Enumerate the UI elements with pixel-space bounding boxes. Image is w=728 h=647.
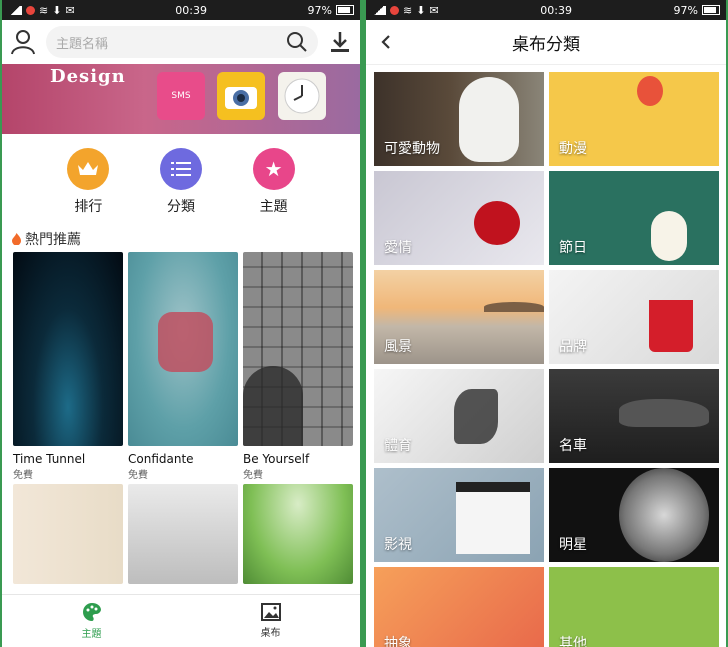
category-tile-holidays[interactable]: 節日 xyxy=(549,171,719,265)
theme-name: Confidante xyxy=(128,452,194,466)
app-notification-icon xyxy=(26,5,35,15)
category-label: 品牌 xyxy=(559,339,587,355)
battery-icon xyxy=(336,5,354,15)
category-label: 體育 xyxy=(384,438,412,454)
download-notification-icon: ⬇ xyxy=(52,3,62,17)
bottom-navigation: 主題 桌布 xyxy=(2,594,360,647)
category-label: 名車 xyxy=(559,438,587,454)
category-tile-cute-animals[interactable]: 可愛動物 xyxy=(374,72,544,166)
category-tile-other[interactable]: 其他 xyxy=(549,567,719,647)
category-tile-anime[interactable]: 動漫 xyxy=(549,72,719,166)
themes-button[interactable]: ★ 主題 xyxy=(252,148,295,226)
mail-icon: ✉ xyxy=(429,3,439,17)
user-icon[interactable] xyxy=(10,29,36,55)
download-notification-icon: ⬇ xyxy=(416,3,426,17)
signal-icon xyxy=(8,5,22,15)
hot-title: 熱門推薦 xyxy=(25,232,81,248)
signal-icon xyxy=(372,5,386,15)
nav-themes[interactable]: 主題 xyxy=(2,595,181,647)
theme-grid: Time Tunnel 免費 Confidante 免費 Be Yourself… xyxy=(2,252,360,584)
search-field[interactable]: 主題名稱 xyxy=(46,26,318,58)
battery-percent: 97% xyxy=(673,3,698,17)
category-tile-love[interactable]: 愛情 xyxy=(374,171,544,265)
category-tile-brands[interactable]: 品牌 xyxy=(549,270,719,364)
search-placeholder: 主題名稱 xyxy=(56,36,109,52)
top-bar: 主題名稱 xyxy=(2,20,360,64)
status-icons: ≋ ⬇ ✉ xyxy=(372,4,439,17)
status-icons: ≋ ⬇ ✉ xyxy=(8,4,75,17)
theme-card[interactable] xyxy=(128,484,238,584)
category-label: 明星 xyxy=(559,537,587,553)
category-label: 愛情 xyxy=(384,240,412,256)
crown-icon xyxy=(67,148,110,190)
category-tile-cars[interactable]: 名車 xyxy=(549,369,719,463)
nav-wallpapers[interactable]: 桌布 xyxy=(181,595,360,647)
theme-name: Be Yourself xyxy=(243,452,310,466)
wallpaper-categories-screen: ≋ ⬇ ✉ 00:39 97% 桌布分類 可愛動物 動漫 愛情 節日 風景 品牌… xyxy=(366,0,726,647)
hot-section-header: 熱門推薦 xyxy=(2,226,360,252)
app-notification-icon xyxy=(390,5,399,15)
star-icon: ★ xyxy=(252,148,295,190)
themes-label: 主題 xyxy=(259,199,288,215)
category-tile-film[interactable]: 影視 xyxy=(374,468,544,562)
category-label: 節日 xyxy=(559,240,587,256)
category-label: 可愛動物 xyxy=(384,141,440,157)
theme-card[interactable] xyxy=(243,484,353,584)
category-tile-celebrities[interactable]: 明星 xyxy=(549,468,719,562)
category-tile-scenery[interactable]: 風景 xyxy=(374,270,544,364)
search-icon[interactable] xyxy=(286,31,308,53)
category-label: 其他 xyxy=(559,636,587,647)
back-arrow-icon xyxy=(381,35,390,49)
status-time: 00:39 xyxy=(540,3,572,17)
theme-price: 免費 xyxy=(128,470,148,481)
theme-card[interactable]: Time Tunnel 免費 xyxy=(13,252,123,484)
category-label: 影視 xyxy=(384,537,412,553)
theme-name: Time Tunnel xyxy=(13,452,86,466)
flame-icon xyxy=(12,233,21,245)
page-title: 桌布分類 xyxy=(512,34,580,55)
category-label: 抽象 xyxy=(384,636,412,647)
battery-percent: 97% xyxy=(307,3,332,17)
theme-card[interactable]: Be Yourself 免費 xyxy=(243,252,353,484)
sms-icon-label: SMS xyxy=(171,91,191,101)
title-bar: 桌布分類 xyxy=(366,20,726,65)
image-icon xyxy=(260,603,281,621)
battery-icon xyxy=(702,5,720,15)
nav-themes-label: 主題 xyxy=(81,629,102,640)
status-bar: ≋ ⬇ ✉ 00:39 97% xyxy=(366,0,726,20)
banner-title: Design xyxy=(50,66,126,87)
list-icon xyxy=(159,148,202,190)
theme-store-screen: ≋ ⬇ ✉ 00:39 97% 主題名稱 Design SMS 排行 分類 ★ … xyxy=(2,0,360,647)
wifi-icon: ≋ xyxy=(403,3,413,17)
categories-label: 分類 xyxy=(166,199,195,215)
palette-icon xyxy=(82,603,101,621)
category-label: 動漫 xyxy=(559,141,587,157)
status-bar: ≋ ⬇ ✉ 00:39 97% xyxy=(2,0,360,20)
wifi-icon: ≋ xyxy=(39,3,49,17)
theme-price: 免費 xyxy=(13,470,33,481)
status-time: 00:39 xyxy=(175,3,207,17)
nav-wallpapers-label: 桌布 xyxy=(260,628,281,639)
theme-thumbnail-be-yourself xyxy=(243,252,353,446)
mail-icon: ✉ xyxy=(65,3,75,17)
ranking-button[interactable]: 排行 xyxy=(67,148,110,226)
category-tile-abstract[interactable]: 抽象 xyxy=(374,567,544,647)
promo-banner[interactable]: Design SMS xyxy=(2,64,360,134)
back-button[interactable] xyxy=(374,30,398,54)
download-icon[interactable] xyxy=(328,30,352,54)
theme-price: 免費 xyxy=(243,470,263,481)
category-tile-sports[interactable]: 體育 xyxy=(374,369,544,463)
categories-button[interactable]: 分類 xyxy=(159,148,202,226)
theme-card[interactable]: Confidante 免費 xyxy=(128,252,238,484)
wallpaper-category-grid: 可愛動物 動漫 愛情 節日 風景 品牌 體育 名車 影視 明星 抽象 其他 xyxy=(366,65,726,647)
theme-thumbnail-time-tunnel xyxy=(13,252,123,446)
category-label: 風景 xyxy=(384,339,412,355)
category-shortcuts: 排行 分類 ★ 主題 xyxy=(2,134,360,226)
theme-thumbnail-confidante xyxy=(128,252,238,446)
clock-icon xyxy=(278,72,326,120)
camera-icon xyxy=(217,72,265,120)
sms-icon: SMS xyxy=(157,72,205,120)
theme-card[interactable] xyxy=(13,484,123,584)
ranking-label: 排行 xyxy=(74,199,103,215)
